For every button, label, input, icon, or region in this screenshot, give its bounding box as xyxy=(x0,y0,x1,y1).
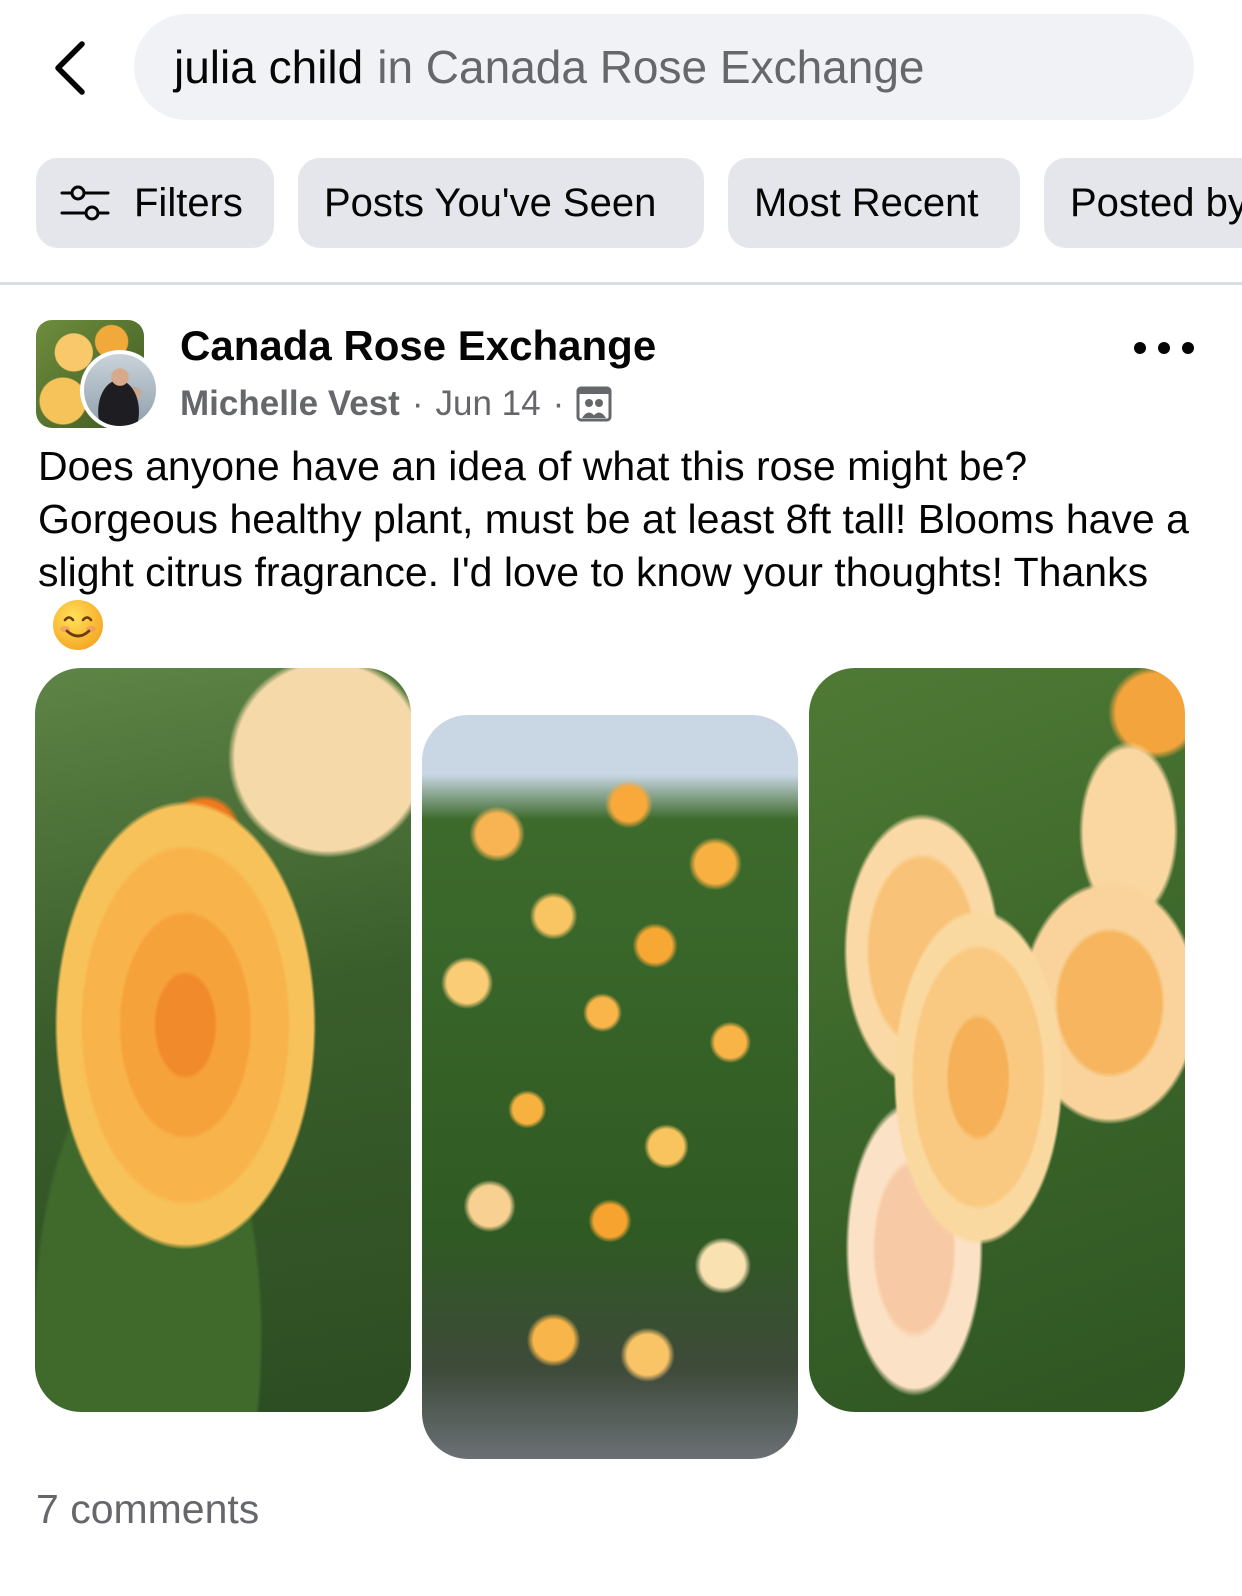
sliders-icon xyxy=(60,185,110,221)
posted-by-chip-label: Posted by xyxy=(1070,180,1242,225)
posts-seen-chip[interactable]: Posts You've Seen xyxy=(298,158,704,248)
divider xyxy=(0,282,1242,285)
more-options-button[interactable] xyxy=(1134,330,1194,366)
author-name[interactable]: Michelle Vest xyxy=(180,384,400,424)
posts-seen-chip-label: Posts You've Seen xyxy=(324,180,657,225)
post-meta: Michelle Vest · Jun 14 · xyxy=(180,384,612,424)
back-button[interactable] xyxy=(40,30,100,106)
search-scope: in Canada Rose Exchange xyxy=(377,41,925,93)
most-recent-chip[interactable]: Most Recent xyxy=(728,158,1020,248)
more-horizontal-icon xyxy=(1182,342,1194,354)
filter-chips-row: Filters Posts You've Seen Most Recent Po… xyxy=(0,158,1242,248)
most-recent-chip-label: Most Recent xyxy=(754,180,979,225)
search-input[interactable]: julia child in Canada Rose Exchange xyxy=(134,14,1194,120)
search-query: julia child xyxy=(174,41,364,93)
post-photo-rose-cluster[interactable] xyxy=(809,668,1185,1412)
post-date[interactable]: Jun 14 xyxy=(435,384,540,424)
meta-separator: · xyxy=(411,384,424,423)
meta-separator: · xyxy=(552,384,565,423)
post-body: Does anyone have an idea of what this ro… xyxy=(38,443,1189,595)
author-avatar[interactable] xyxy=(80,350,160,430)
chevron-left-icon xyxy=(55,41,85,95)
smiling-face-emoji-icon xyxy=(53,600,103,650)
search-header: julia child in Canada Rose Exchange xyxy=(0,0,1242,140)
posted-by-chip[interactable]: Posted by xyxy=(1044,158,1242,248)
group-members-icon xyxy=(576,386,612,422)
comments-count[interactable]: 7 comments xyxy=(36,1486,259,1533)
post-text: Does anyone have an idea of what this ro… xyxy=(38,440,1218,656)
group-name[interactable]: Canada Rose Exchange xyxy=(180,322,656,370)
more-horizontal-icon xyxy=(1134,342,1146,354)
filters-chip[interactable]: Filters xyxy=(36,158,274,248)
filters-chip-label: Filters xyxy=(134,180,243,225)
more-horizontal-icon xyxy=(1158,342,1170,354)
post-photo-rose-bush[interactable] xyxy=(422,715,798,1459)
post-photo-rose-closeup[interactable] xyxy=(35,668,411,1412)
